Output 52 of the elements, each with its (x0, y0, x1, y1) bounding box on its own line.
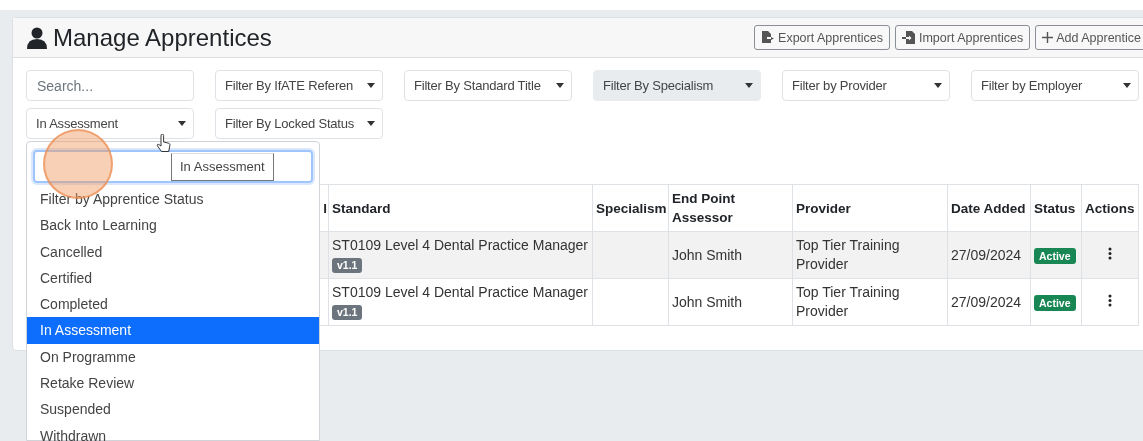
export-button[interactable]: Export Apprentices (754, 25, 890, 50)
dropdown-option[interactable]: On Programme (27, 343, 319, 371)
caret-icon (367, 121, 375, 126)
table-cell: Top Tier Training Provider (792, 278, 948, 326)
column-header: Provider (792, 184, 948, 232)
filter-dropdown[interactable]: Filter by Provider (782, 70, 950, 101)
column-header: End Point Assessor (668, 184, 793, 232)
filter-dropdown[interactable]: In Assessment (26, 108, 194, 139)
more-options-icon[interactable] (1108, 293, 1112, 307)
filter-dropdown[interactable]: Filter by Employer (971, 70, 1139, 101)
file-import-icon (902, 31, 916, 44)
search-field[interactable]: Search... (26, 70, 194, 101)
dropdown-option[interactable]: In Assessment (27, 317, 319, 344)
add-button[interactable]: Add Apprentice (1035, 25, 1143, 50)
more-options-icon[interactable] (1108, 246, 1112, 260)
column-header: Date Added (947, 184, 1031, 232)
caret-icon (178, 121, 186, 126)
dropdown-option[interactable]: Retake Review (27, 370, 319, 397)
column-header: Specialism (592, 184, 669, 232)
caret-icon (1123, 83, 1131, 88)
version-badge: v1.1 (332, 258, 363, 273)
dropdown-option[interactable]: Certified (27, 264, 319, 292)
filter-dropdown[interactable]: Filter By Standard Title (404, 70, 572, 101)
status-badge: Active (1034, 247, 1076, 264)
dropdown-option[interactable]: Back Into Learning (27, 212, 319, 239)
column-header: Status (1030, 184, 1082, 232)
table-cell: John Smith (668, 231, 793, 279)
caret-icon (934, 83, 942, 88)
table-cell: 27/09/2024 (947, 278, 1031, 326)
column-header: Standard (328, 184, 593, 232)
plus-icon (1042, 32, 1054, 43)
table-cell: Top Tier Training Provider (792, 231, 948, 279)
table-cell: ST0109 Level 4 Dental Practice Manager v1.1 (328, 278, 593, 326)
table-cell: John Smith (668, 278, 793, 326)
version-badge: v1.1 (332, 305, 363, 320)
dropdown-search-field[interactable] (33, 150, 313, 183)
file-export-icon (761, 31, 776, 44)
import-button[interactable]: Import Apprentices (895, 25, 1031, 50)
status-badge: Active (1034, 294, 1076, 311)
dropdown-option[interactable]: Withdrawn (27, 422, 319, 441)
caret-icon (556, 83, 564, 88)
caret-icon (367, 83, 375, 88)
dropdown-option[interactable]: Suspended (27, 396, 319, 423)
user-icon (27, 26, 47, 49)
table-cell: 27/09/2024 (947, 231, 1031, 279)
tooltip: In Assessment (171, 153, 274, 181)
column-header: Actions (1081, 184, 1139, 232)
filter-dropdown[interactable]: Filter By IfATE Referen (215, 70, 383, 101)
caret-icon (745, 83, 753, 88)
page-title: Manage Apprentices (53, 23, 272, 52)
filter-dropdown[interactable]: Filter By Locked Status (215, 108, 383, 139)
table-cell: ST0109 Level 4 Dental Practice Manager v1.1 (328, 231, 593, 279)
